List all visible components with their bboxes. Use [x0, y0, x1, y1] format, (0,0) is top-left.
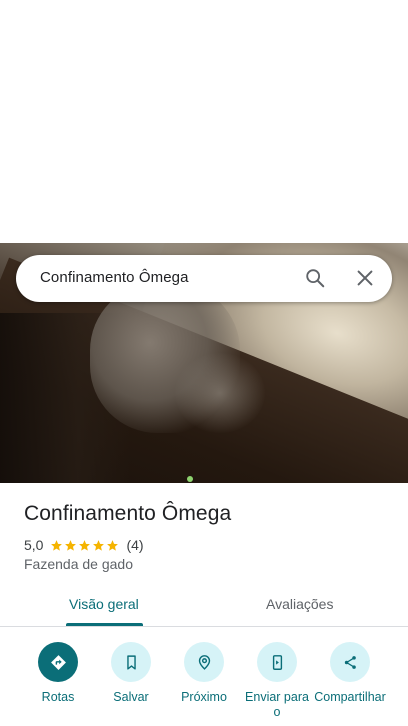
nearby-icon[interactable] — [184, 642, 224, 682]
save-label: Salvar — [113, 690, 149, 704]
directions-icon[interactable] — [38, 642, 78, 682]
tabs-divider — [0, 626, 408, 627]
tab-reviews[interactable]: Avaliações — [266, 596, 333, 612]
save-button[interactable]: Salvar — [94, 642, 168, 705]
close-icon[interactable] — [354, 267, 376, 289]
nearby-label: Próximo — [181, 690, 227, 704]
map-area-blank — [0, 0, 408, 243]
search-icon[interactable] — [304, 267, 326, 289]
star-icon — [79, 539, 91, 551]
send-to-phone-label: Enviar para o — [245, 690, 309, 719]
place-title: Confinamento Ômega — [24, 502, 232, 525]
search-bar[interactable]: Confinamento Ômega — [16, 255, 392, 302]
bookmark-icon[interactable] — [111, 642, 151, 682]
nearby-button[interactable]: Próximo — [167, 642, 241, 705]
share-icon[interactable] — [330, 642, 370, 682]
rating-stars — [50, 539, 120, 552]
search-query[interactable]: Confinamento Ômega — [40, 269, 189, 286]
star-icon — [65, 539, 77, 551]
place-category: Fazenda de gado — [24, 556, 133, 572]
send-to-phone-icon[interactable] — [257, 642, 297, 682]
rating-row[interactable]: 5,0 (4) — [24, 536, 144, 554]
directions-button[interactable]: Rotas — [21, 642, 95, 705]
directions-label: Rotas — [41, 690, 75, 704]
photo-cattle-secondary — [175, 353, 265, 433]
send-to-phone-button[interactable]: Enviar para o — [240, 642, 314, 720]
share-button[interactable]: Compartilhar — [313, 642, 387, 705]
tab-overview[interactable]: Visão geral — [69, 596, 139, 612]
rating-score: 5,0 — [24, 537, 44, 553]
review-count: (4) — [126, 537, 144, 553]
star-icon — [107, 539, 119, 551]
star-icon — [51, 539, 63, 551]
share-label: Compartilhar — [314, 690, 386, 704]
star-icon — [93, 539, 105, 551]
photo-page-indicator — [187, 476, 193, 482]
